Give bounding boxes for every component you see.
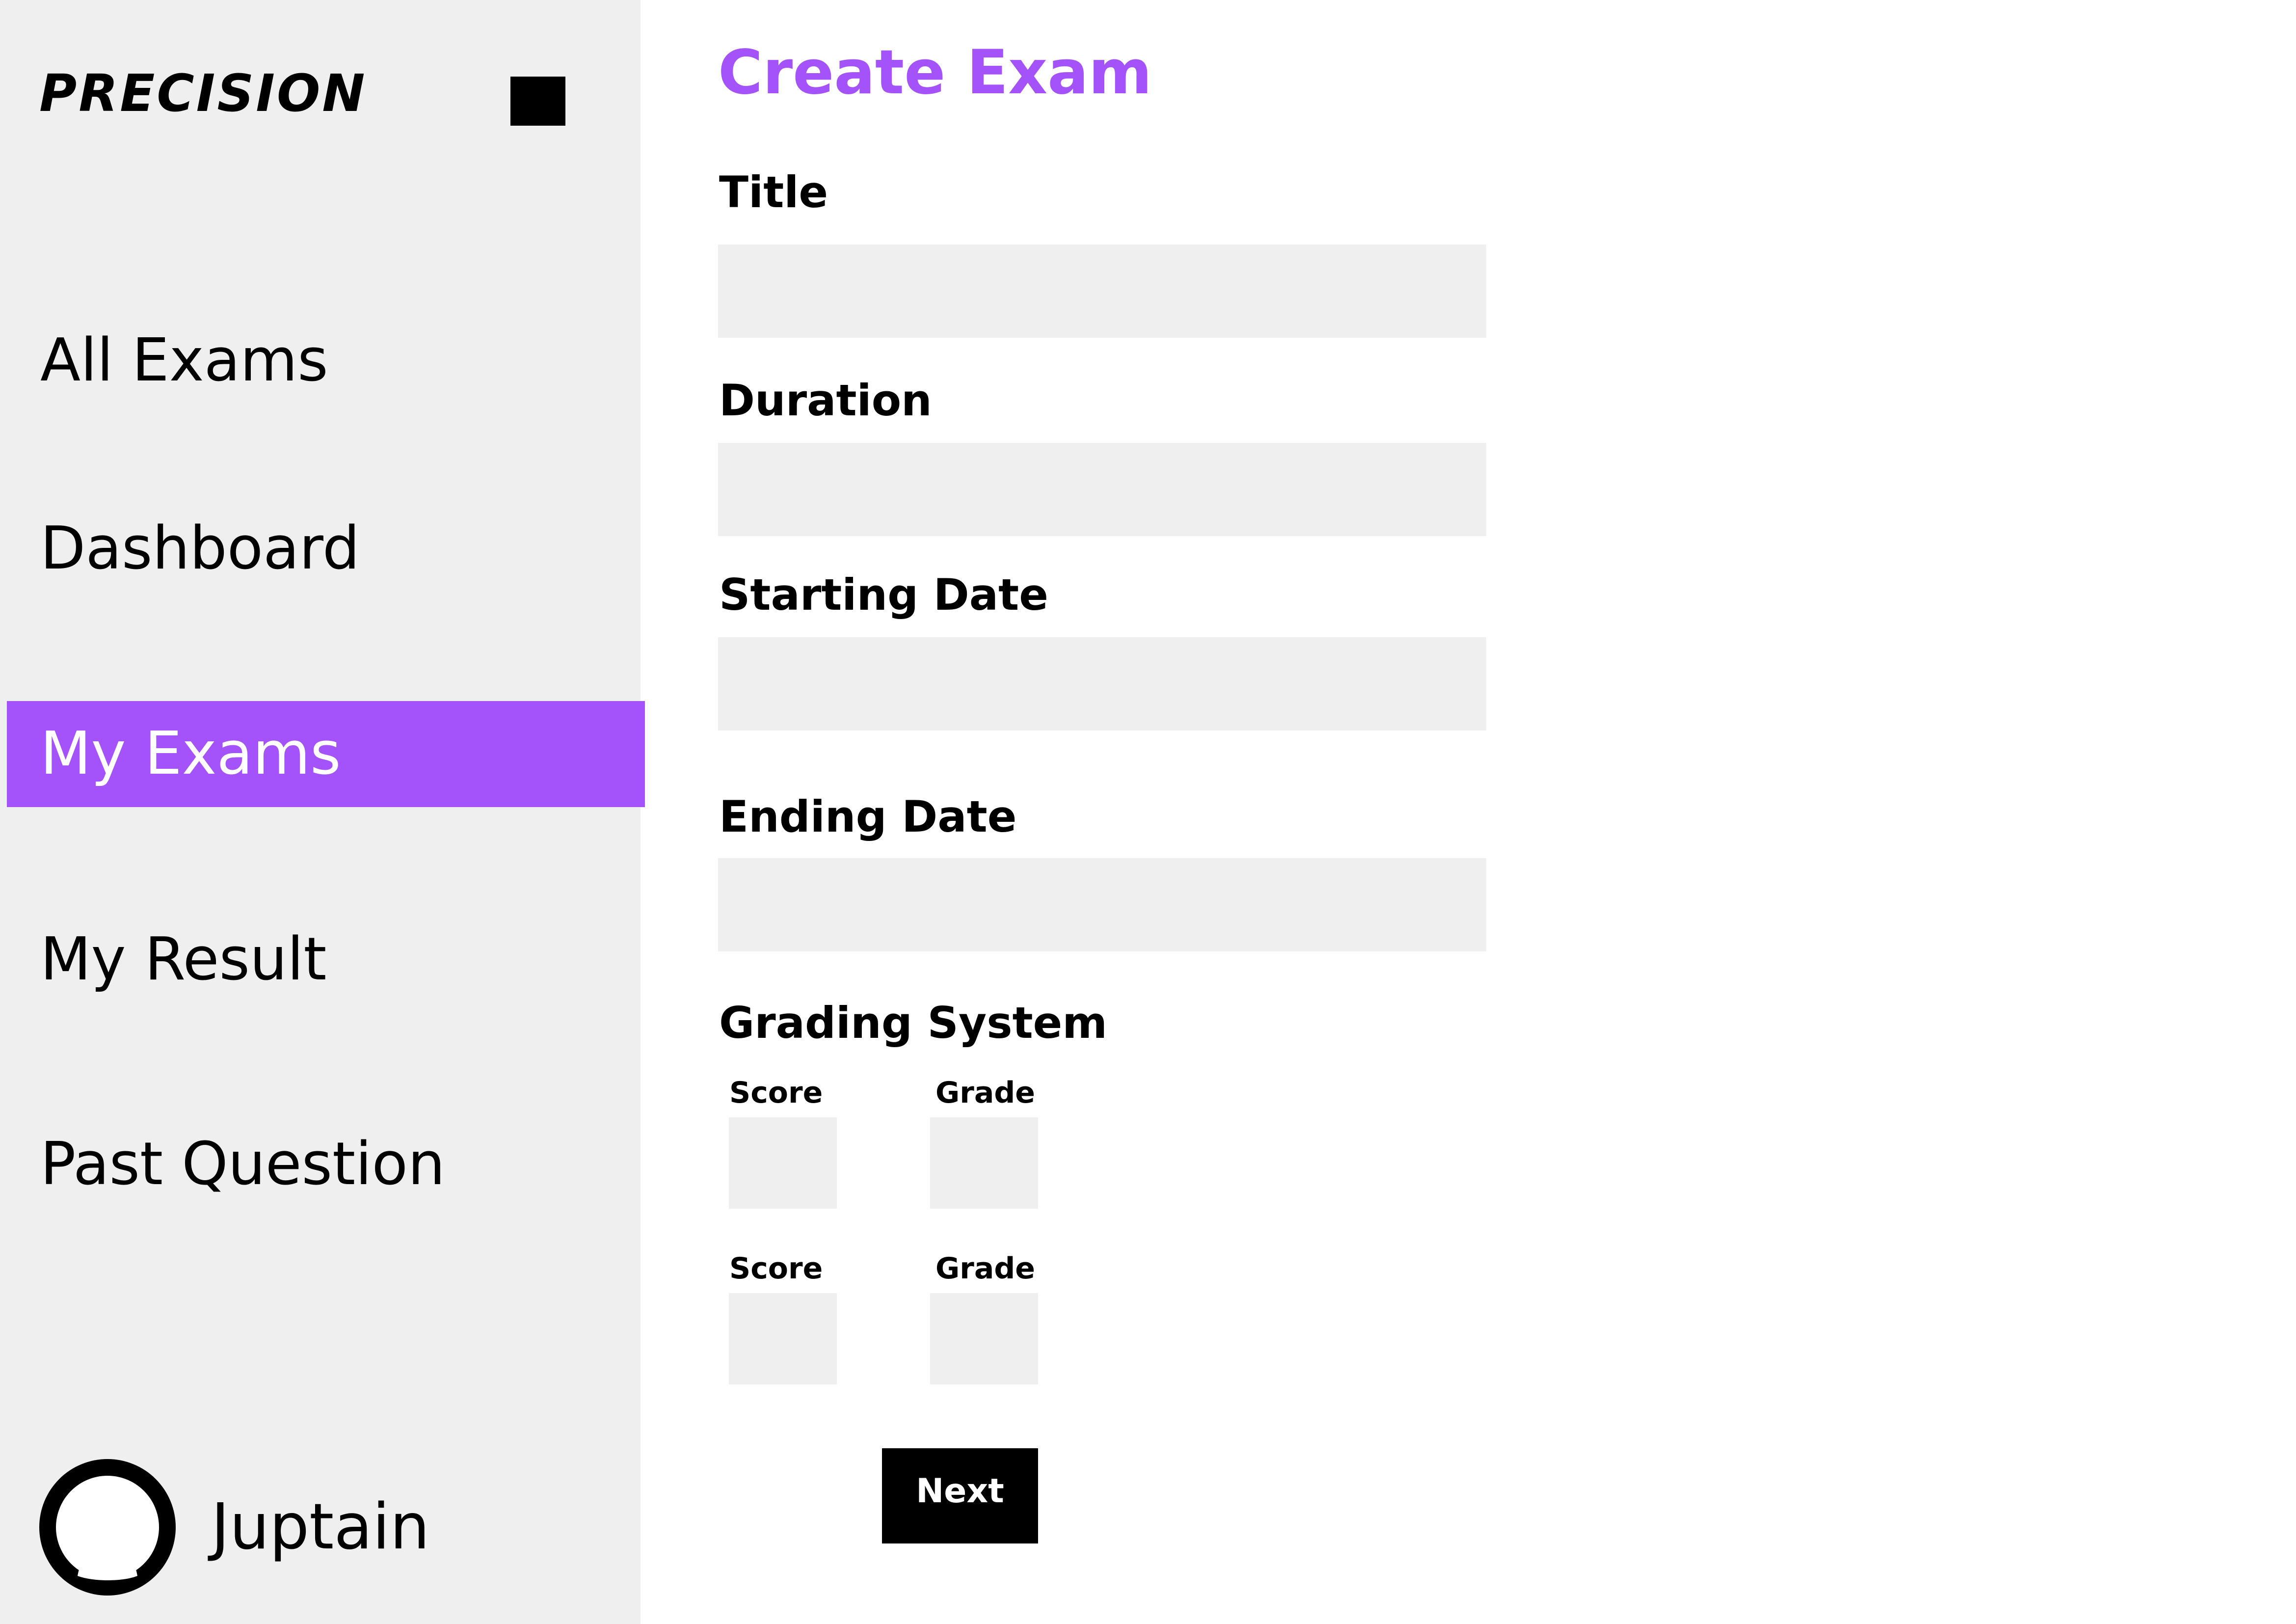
next-button[interactable]: Next — [882, 1448, 1038, 1543]
page-title: Create Exam — [718, 37, 1152, 108]
sidebar: PRECISION All Exams Dashboard My Exams M… — [0, 0, 645, 1624]
sidebar-item-all-exams[interactable]: All Exams — [0, 331, 641, 390]
avatar — [39, 1459, 176, 1596]
ending-date-input[interactable] — [718, 858, 1486, 951]
create-exam-page: PRECISION All Exams Dashboard My Exams M… — [0, 0, 2296, 1624]
grade-label: Grade — [935, 1251, 1035, 1286]
title-input[interactable] — [718, 244, 1486, 338]
grade-input[interactable] — [930, 1117, 1038, 1209]
user-profile[interactable]: Juptain — [39, 1459, 429, 1596]
sidebar-item-dashboard[interactable]: Dashboard — [0, 519, 641, 578]
score-input[interactable] — [729, 1117, 837, 1209]
starting-date-label: Starting Date — [719, 569, 1048, 620]
grade-input[interactable] — [930, 1293, 1038, 1384]
duration-input[interactable] — [718, 443, 1486, 536]
score-label: Score — [729, 1251, 823, 1286]
starting-date-input[interactable] — [718, 637, 1486, 731]
user-name: Juptain — [211, 1490, 430, 1564]
precision-logo: PRECISION — [39, 63, 367, 123]
ending-date-label: Ending Date — [719, 791, 1017, 842]
sidebar-item-past-question[interactable]: Past Question — [0, 1135, 641, 1194]
title-label: Title — [719, 167, 828, 217]
score-input[interactable] — [729, 1293, 837, 1384]
duration-label: Duration — [719, 375, 932, 426]
sidebar-item-my-exams[interactable]: My Exams — [7, 701, 645, 807]
user-icon — [56, 1476, 159, 1580]
grade-label: Grade — [935, 1076, 1035, 1110]
score-label: Score — [729, 1076, 823, 1110]
grading-system-label: Grading System — [719, 998, 1108, 1048]
sidebar-item-my-result[interactable]: My Result — [0, 930, 641, 989]
menu-toggle-icon[interactable] — [510, 77, 565, 126]
